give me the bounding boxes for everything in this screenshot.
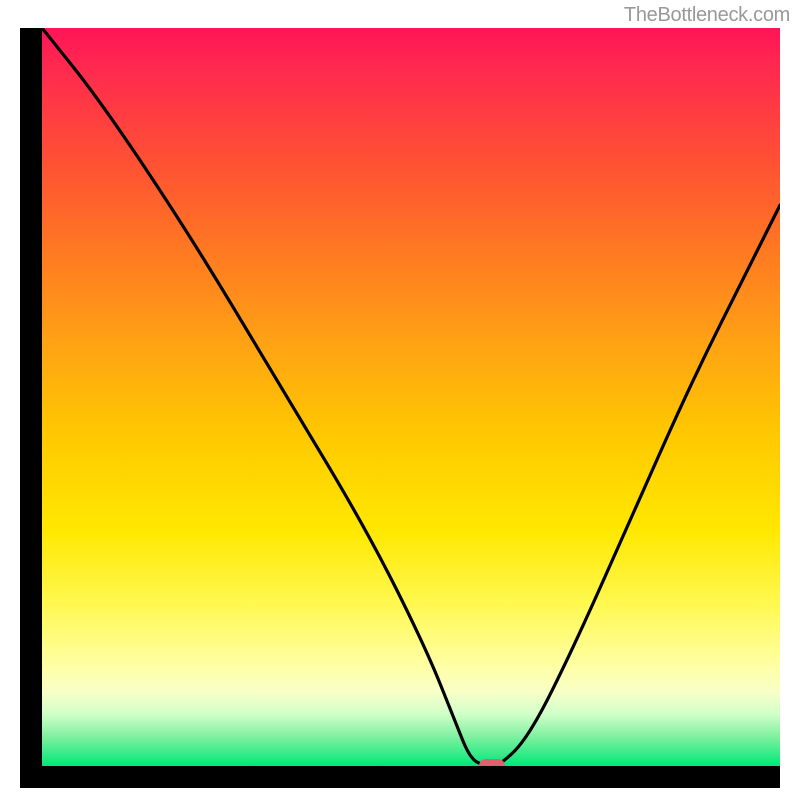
optimal-marker xyxy=(479,759,505,766)
chart-frame xyxy=(20,28,780,788)
watermark-text: TheBottleneck.com xyxy=(624,4,790,27)
bottleneck-curve xyxy=(42,28,780,766)
chart-plot-area xyxy=(42,28,780,766)
